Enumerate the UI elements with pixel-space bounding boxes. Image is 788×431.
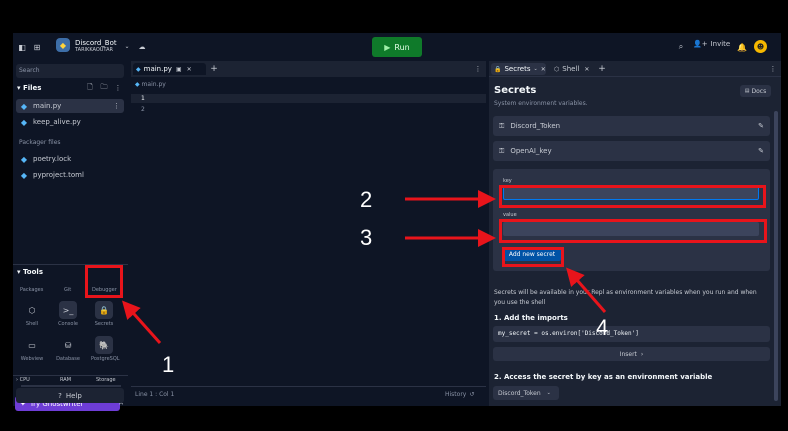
arrow-1 (121, 300, 162, 345)
annotation-number-4: 4 (596, 315, 609, 340)
annotation-number-1: 1 (162, 352, 175, 377)
annotation-number-3: 3 (360, 225, 373, 250)
annotation-arrows (121, 190, 607, 345)
arrow-4 (566, 267, 607, 313)
annotation-number-2: 2 (360, 187, 373, 212)
